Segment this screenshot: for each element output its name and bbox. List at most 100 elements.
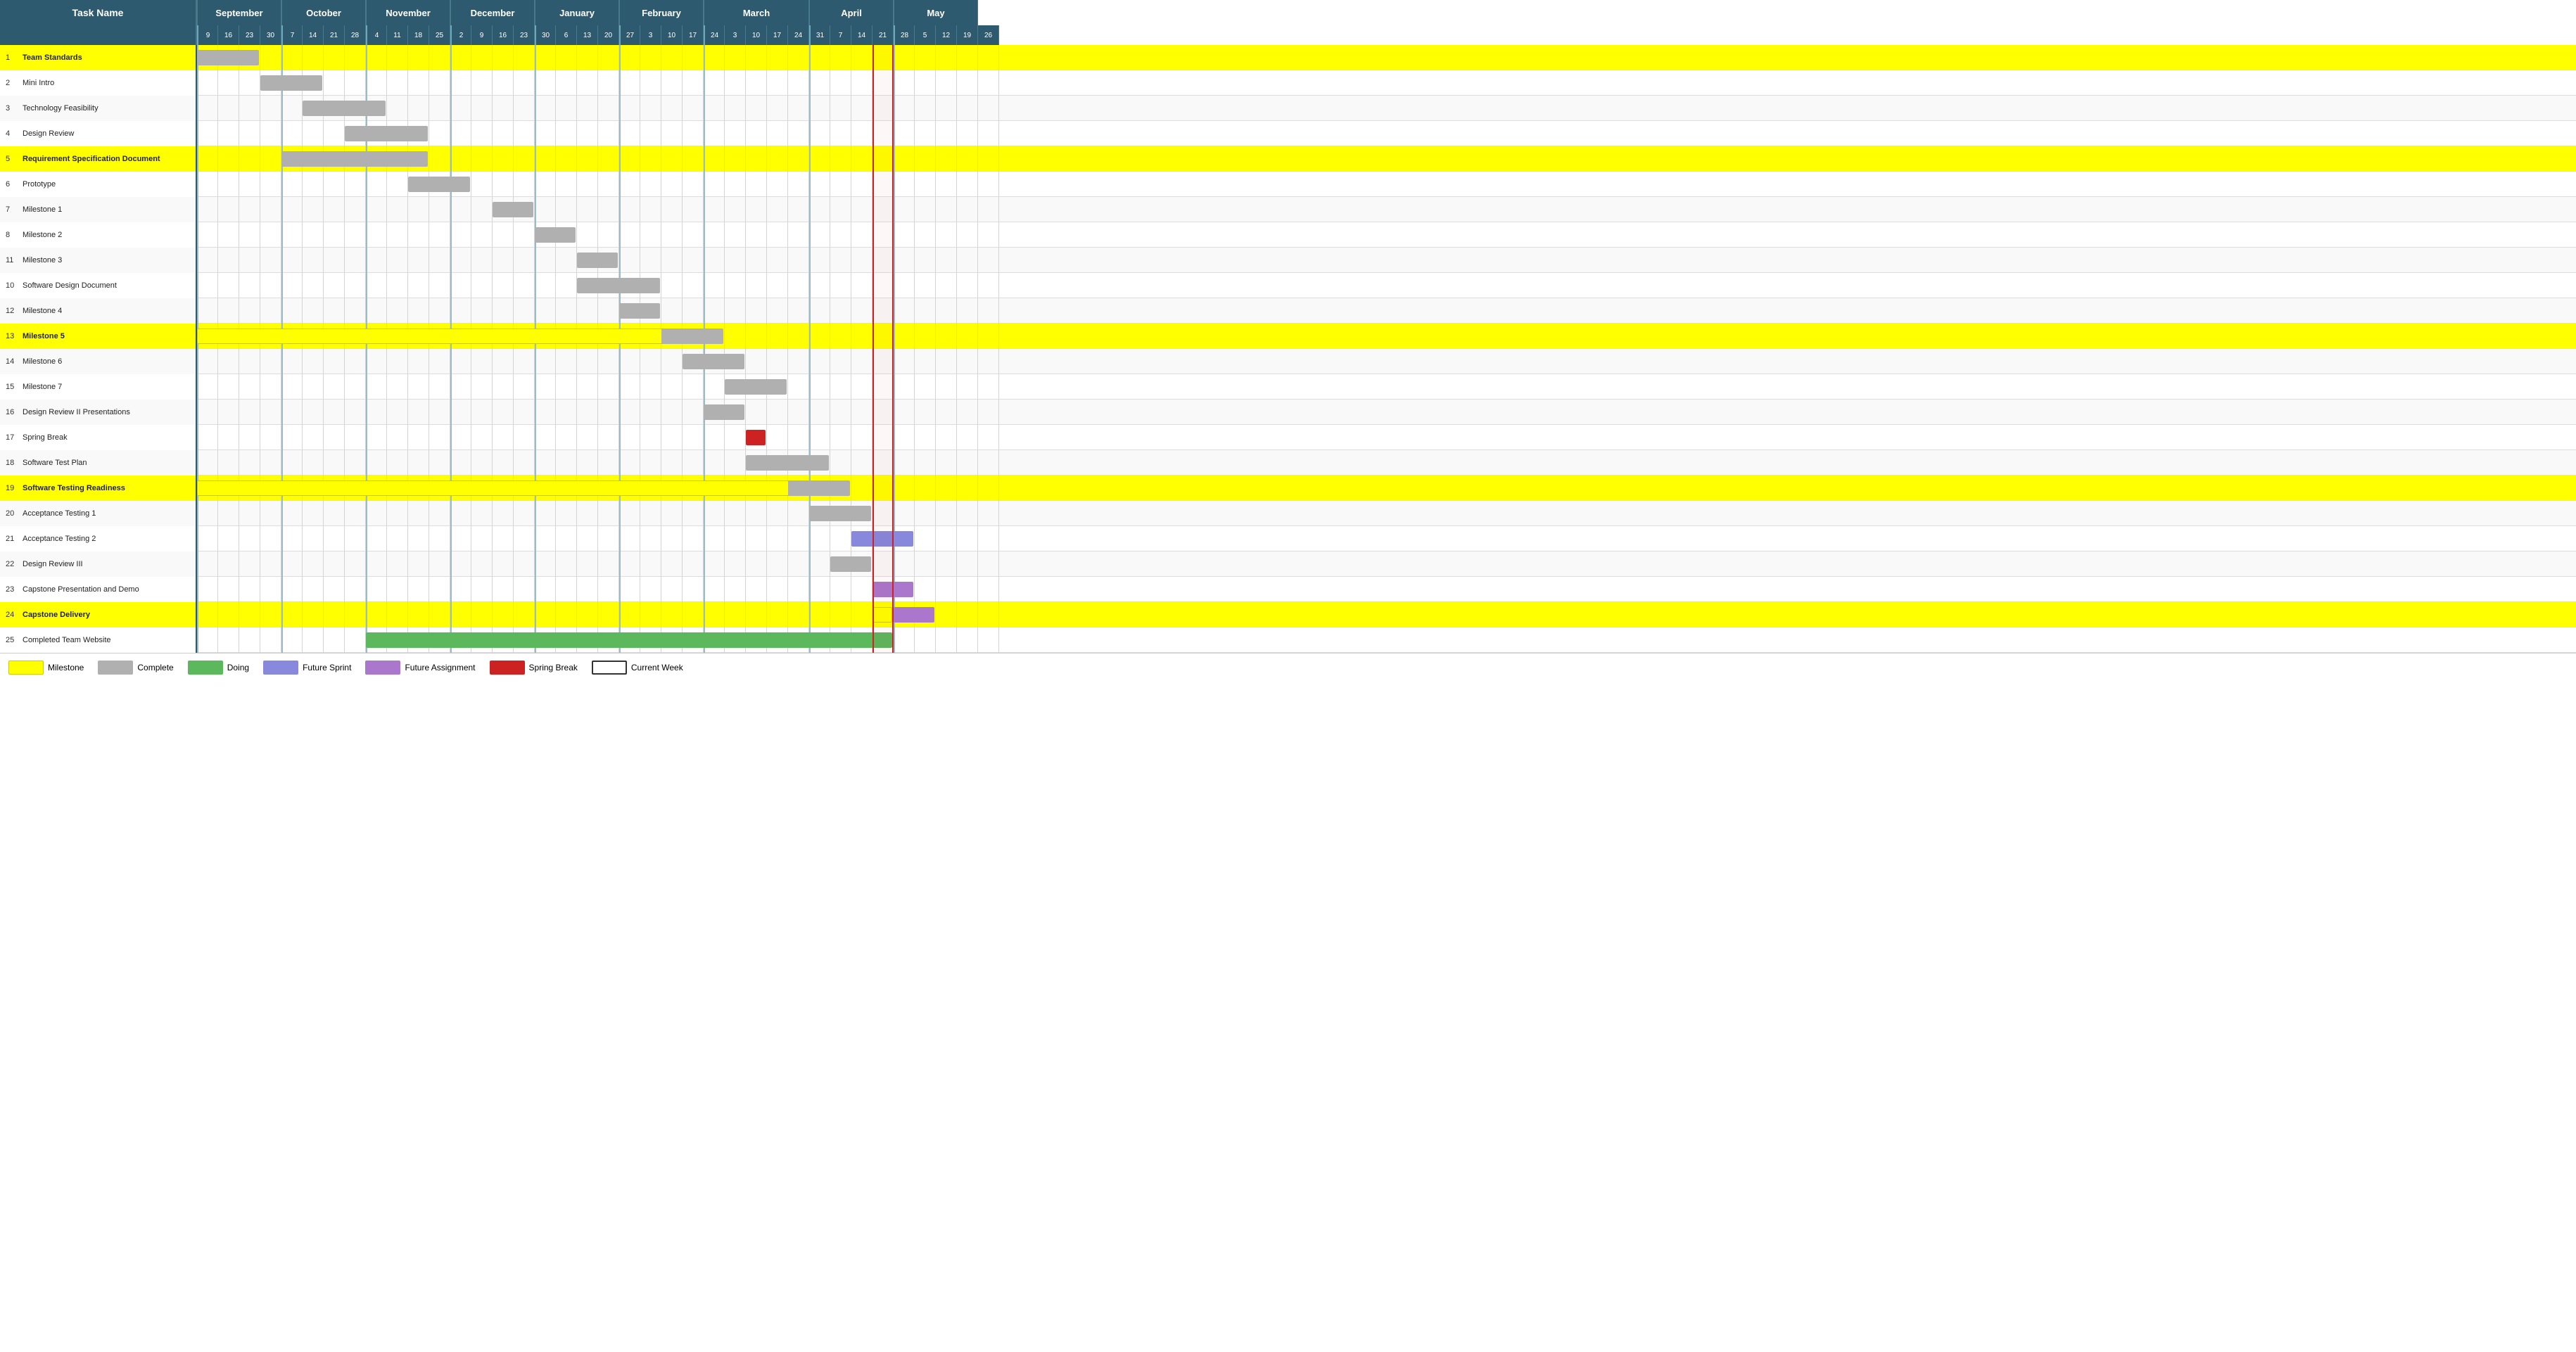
bar-future-assignment [873, 582, 913, 597]
task-name: Capstone Presentation and Demo [23, 585, 139, 594]
gantt-chart: Task NameSeptemberOctoberNovemberDecembe… [0, 0, 2576, 682]
month-header-may: May [894, 0, 978, 25]
task-name: Prototype [23, 180, 56, 189]
task-cell: 10Software Design Document [0, 273, 197, 298]
table-row: 8Milestone 2 [0, 222, 2576, 248]
task-number: 25 [6, 636, 23, 644]
task-cell: 8Milestone 2 [0, 222, 197, 248]
task-number: 14 [6, 357, 23, 366]
task-cell: 6Prototype [0, 172, 197, 197]
table-row: 7Milestone 1 [0, 197, 2576, 222]
task-cell: 22Design Review III [0, 551, 197, 577]
bar-complete [788, 480, 850, 496]
table-row: 23Capstone Presentation and Demo [0, 577, 2576, 602]
task-grid [197, 146, 2576, 172]
week-header-9: 11 [387, 25, 408, 45]
task-cell: 15Milestone 7 [0, 374, 197, 400]
task-number: 23 [6, 585, 23, 594]
task-number: 11 [6, 256, 23, 264]
week-header-13: 9 [471, 25, 493, 45]
bar-complete [704, 404, 744, 420]
week-header-25: 3 [725, 25, 746, 45]
task-name: Technology Feasibility [23, 104, 99, 113]
task-number: 24 [6, 611, 23, 619]
task-cell: 16Design Review II Presentations [0, 400, 197, 425]
task-grid [197, 526, 2576, 551]
task-grid [197, 121, 2576, 146]
week-header-21: 3 [640, 25, 661, 45]
week-header-36: 19 [957, 25, 978, 45]
task-cell: 13Milestone 5 [0, 324, 197, 349]
task-grid [197, 96, 2576, 121]
month-header-march: March [704, 0, 809, 25]
legend-item-spring-break: Spring Break [490, 661, 578, 675]
task-name: Milestone 2 [23, 231, 62, 239]
table-row: 22Design Review III [0, 551, 2576, 577]
task-col-header: Task Name [0, 0, 197, 25]
table-row: 14Milestone 6 [0, 349, 2576, 374]
table-row: 2Mini Intro [0, 70, 2576, 96]
week-header-30: 7 [830, 25, 851, 45]
bar-complete [746, 455, 829, 471]
task-name: Milestone 7 [23, 383, 62, 391]
task-number: 17 [6, 433, 23, 442]
task-name: Acceptance Testing 2 [23, 535, 96, 543]
week-header-3: 30 [260, 25, 281, 45]
legend-label: Milestone [48, 663, 84, 672]
legend-label: Future Sprint [303, 663, 351, 672]
bar-complete [577, 278, 660, 293]
task-grid [197, 298, 2576, 324]
table-row: 25Completed Team Website [0, 627, 2576, 653]
legend-box-milestone [8, 661, 44, 675]
table-row: 10Software Design Document [0, 273, 2576, 298]
month-header-november: November [366, 0, 450, 25]
task-cell: 25Completed Team Website [0, 627, 197, 653]
task-number: 8 [6, 231, 23, 239]
week-header-15: 23 [514, 25, 535, 45]
week-header-31: 14 [851, 25, 873, 45]
week-header-26: 10 [746, 25, 767, 45]
table-row: 18Software Test Plan [0, 450, 2576, 476]
task-name: Requirement Specification Document [23, 155, 160, 163]
task-number: 10 [6, 281, 23, 290]
task-cell: 21Acceptance Testing 2 [0, 526, 197, 551]
task-grid [197, 349, 2576, 374]
table-row: 6Prototype [0, 172, 2576, 197]
bar-complete [619, 303, 660, 319]
month-header-february: February [619, 0, 704, 25]
legend-label: Future Assignment [405, 663, 475, 672]
week-header-4: 7 [281, 25, 303, 45]
task-number: 1 [6, 53, 23, 62]
legend-label: Complete [137, 663, 173, 672]
task-number: 7 [6, 205, 23, 214]
bar-complete [303, 101, 386, 116]
table-row: 3Technology Feasibility [0, 96, 2576, 121]
bar-future-assignment [894, 607, 934, 623]
legend-item-milestone: Milestone [8, 661, 84, 675]
table-row: 20Acceptance Testing 1 [0, 501, 2576, 526]
legend-item-current-week: Current Week [592, 661, 683, 675]
week-header-37: 26 [978, 25, 999, 45]
task-grid [197, 425, 2576, 450]
table-row: 5Requirement Specification Document [0, 146, 2576, 172]
bar-complete [830, 556, 871, 572]
bar-complete [345, 126, 428, 141]
week-header-35: 12 [936, 25, 957, 45]
bar-milestone [873, 607, 892, 623]
task-cell: 11Milestone 3 [0, 248, 197, 273]
task-cell: 14Milestone 6 [0, 349, 197, 374]
bar-complete [493, 202, 533, 217]
table-row: 13Milestone 5 [0, 324, 2576, 349]
table-row: 4Design Review [0, 121, 2576, 146]
legend-box-doing [188, 661, 223, 675]
week-header-17: 6 [556, 25, 577, 45]
table-row: 12Milestone 4 [0, 298, 2576, 324]
task-name: Milestone 1 [23, 205, 62, 214]
task-grid [197, 501, 2576, 526]
week-header-16: 30 [535, 25, 556, 45]
legend-box-complete [98, 661, 133, 675]
table-row: 19Software Testing Readiness [0, 476, 2576, 501]
task-number: 2 [6, 79, 23, 87]
table-row: 24Capstone Delivery [0, 602, 2576, 627]
task-name: Design Review II Presentations [23, 408, 130, 416]
